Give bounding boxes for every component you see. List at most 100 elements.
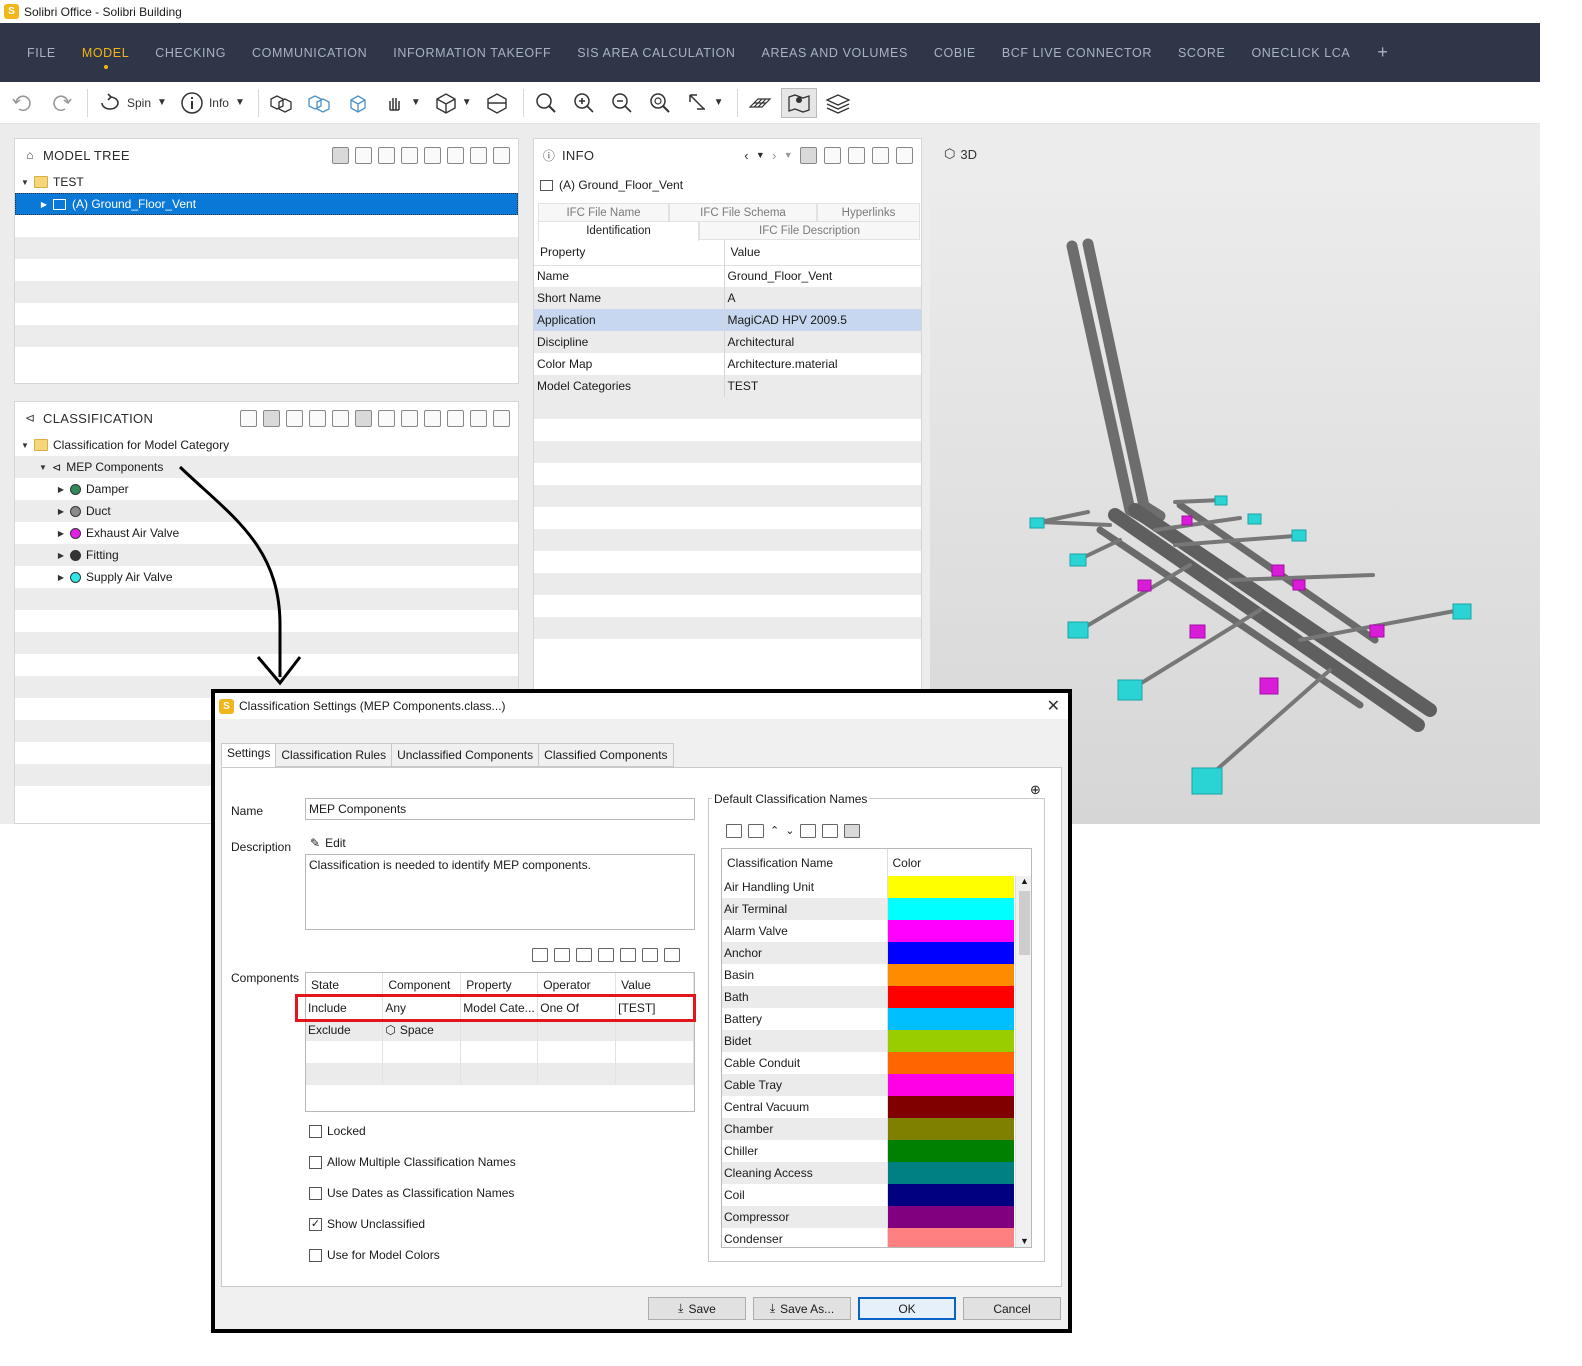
chevron-down-icon[interactable]: ▼	[411, 97, 421, 108]
property-row[interactable]: Discipline Architectural	[534, 331, 921, 353]
collapse-arrow-icon[interactable]: ▶	[55, 529, 67, 538]
classification-root-row[interactable]: ▼ Classification for Model Category	[15, 434, 518, 456]
color-swatch[interactable]	[887, 1140, 1014, 1162]
color-cell[interactable]	[887, 920, 1014, 942]
color-cell[interactable]	[887, 1184, 1014, 1206]
menu-item-communication[interactable]: COMMUNICATION	[252, 46, 367, 60]
color-cell[interactable]	[887, 1008, 1014, 1030]
color-cell[interactable]	[887, 1074, 1014, 1096]
classification-name-row[interactable]: Alarm Valve	[722, 920, 1014, 942]
save-button[interactable]: ⤓ Save	[648, 1297, 746, 1320]
chevron-down-icon[interactable]: ▼	[462, 97, 472, 108]
classification-name-row[interactable]: Basin	[722, 964, 1014, 986]
expand-arrow-icon[interactable]: ▼	[19, 441, 31, 450]
gear-icon[interactable]	[378, 409, 395, 427]
color-cell[interactable]	[887, 986, 1014, 1008]
color-cell[interactable]	[887, 964, 1014, 986]
show-all-button[interactable]	[302, 88, 336, 118]
chevron-down-icon[interactable]: ▼	[157, 97, 167, 108]
save-as-button[interactable]: ⤓ Save As...	[753, 1297, 851, 1320]
chevron-down-icon[interactable]: ▼	[784, 150, 793, 160]
classification-name-row[interactable]: Condenser	[722, 1228, 1014, 1247]
collapse-arrow-icon[interactable]: ▶	[55, 551, 67, 560]
color-cell[interactable]	[887, 1206, 1014, 1228]
names-scrollbar[interactable]: ▲ ▼	[1015, 876, 1031, 1247]
clipboard-icon[interactable]	[620, 948, 636, 962]
property-row[interactable]: Application MagiCAD HPV 2009.5	[534, 309, 921, 331]
color-swatch[interactable]	[887, 1228, 1014, 1247]
scroll-down-icon[interactable]: ▼	[1020, 1236, 1029, 1246]
zoom-in-button[interactable]	[567, 88, 601, 118]
clipboard-minus-icon[interactable]	[447, 146, 464, 164]
add-row-icon[interactable]	[726, 824, 742, 838]
menu-item-sis-area-calculation[interactable]: SIS AREA CALCULATION	[577, 46, 735, 60]
clipboard-icon[interactable]	[424, 409, 441, 427]
floor-plan-button[interactable]	[743, 88, 777, 118]
classification-name-cell[interactable]: Basin	[722, 964, 888, 986]
help-icon[interactable]: ⊕	[1030, 782, 1041, 798]
classification-name-cell[interactable]: Coil	[722, 1184, 888, 1206]
arrow-down-icon[interactable]: ⌄	[785, 824, 794, 838]
download-icon[interactable]	[598, 948, 614, 962]
checkbox-box[interactable]	[309, 1248, 322, 1262]
arrow-up-icon[interactable]: ⌃	[770, 824, 779, 838]
classification-name-cell[interactable]: Condenser	[722, 1228, 888, 1247]
tree-layout-icon[interactable]	[240, 409, 257, 427]
tab-ifc-file-schema[interactable]: IFC File Schema	[669, 203, 817, 222]
rule-operator-cell[interactable]	[537, 1019, 617, 1041]
tree-hierarchy-icon[interactable]	[355, 146, 372, 164]
tab-hyperlinks[interactable]: Hyperlinks	[817, 203, 920, 222]
chevron-left-icon[interactable]: ‹	[744, 148, 749, 163]
classification-name-row[interactable]: Cleaning Access	[722, 1162, 1014, 1184]
classification-name-cell[interactable]: Cable Conduit	[722, 1052, 888, 1074]
menu-item-information-takeoff[interactable]: INFORMATION TAKEOFF	[393, 46, 551, 60]
classification-name-cell[interactable]: Air Handling Unit	[722, 876, 888, 898]
classification-name-row[interactable]: Cable Tray	[722, 1074, 1014, 1096]
classification-name-row[interactable]: Bath	[722, 986, 1014, 1008]
description-textarea[interactable]: Classification is needed to identify MEP…	[305, 854, 695, 930]
checkbox-show-unclassified[interactable]: ✓ Show Unclassified	[309, 1217, 425, 1231]
isolate-button[interactable]	[340, 88, 374, 118]
checkbox-box[interactable]	[309, 1124, 322, 1138]
classification-name-row[interactable]: Central Vacuum	[722, 1096, 1014, 1118]
tab-classified-components[interactable]: Classified Components	[538, 743, 674, 767]
color-swatch[interactable]	[887, 986, 1014, 1008]
collapse-arrow-icon[interactable]: ▶	[55, 573, 67, 582]
menu-item-cobie[interactable]: COBIE	[934, 46, 976, 60]
classification-name-row[interactable]: Compressor	[722, 1206, 1014, 1228]
spin-button[interactable]: Spin ▼	[93, 88, 171, 118]
info-button[interactable]: Info ▼	[175, 88, 249, 118]
classification-name-row[interactable]: Battery	[722, 1008, 1014, 1030]
exclude-rule-row[interactable]: Exclude ⬡ Space	[306, 1019, 694, 1041]
close-circle-icon[interactable]	[332, 409, 349, 427]
color-swatch[interactable]	[887, 1162, 1014, 1184]
classification-name-row[interactable]: Coil	[722, 1184, 1014, 1206]
chevron-down-icon[interactable]: ▼	[235, 97, 245, 108]
chevron-down-icon[interactable]: ▼	[714, 97, 724, 108]
maximize-icon[interactable]	[493, 409, 510, 427]
classification-name-cell[interactable]: Cable Tray	[722, 1074, 888, 1096]
name-input[interactable]: MEP Components	[305, 798, 695, 820]
checkbox-box[interactable]: ✓	[309, 1217, 322, 1231]
classification-name-cell[interactable]: Bath	[722, 986, 888, 1008]
clipboard-list-icon[interactable]	[470, 146, 487, 164]
layers-button[interactable]	[821, 88, 855, 118]
color-cell[interactable]	[887, 1140, 1014, 1162]
property-row[interactable]: Short Name A	[534, 287, 921, 309]
classification-name-cell[interactable]: Battery	[722, 1008, 888, 1030]
tab-unclassified-components[interactable]: Unclassified Components	[391, 743, 540, 767]
rule-state-cell[interactable]: Exclude	[306, 1019, 384, 1041]
new-file-icon[interactable]	[286, 409, 303, 427]
color-swatch[interactable]	[887, 898, 1014, 920]
clipboard-list-icon[interactable]	[872, 146, 889, 164]
show-selected-button[interactable]	[264, 88, 298, 118]
classification-name-cell[interactable]: Chiller	[722, 1140, 888, 1162]
tab-settings[interactable]: Settings	[221, 743, 277, 767]
color-cell[interactable]	[887, 1030, 1014, 1052]
expand-arrow-icon[interactable]: ▼	[37, 463, 49, 472]
classification-name-row[interactable]: Air Handling Unit	[722, 876, 1014, 898]
checkbox-box[interactable]	[309, 1186, 322, 1200]
color-cell[interactable]	[887, 898, 1014, 920]
tree-filter-icon[interactable]	[378, 146, 395, 164]
import-icon[interactable]	[800, 824, 817, 838]
